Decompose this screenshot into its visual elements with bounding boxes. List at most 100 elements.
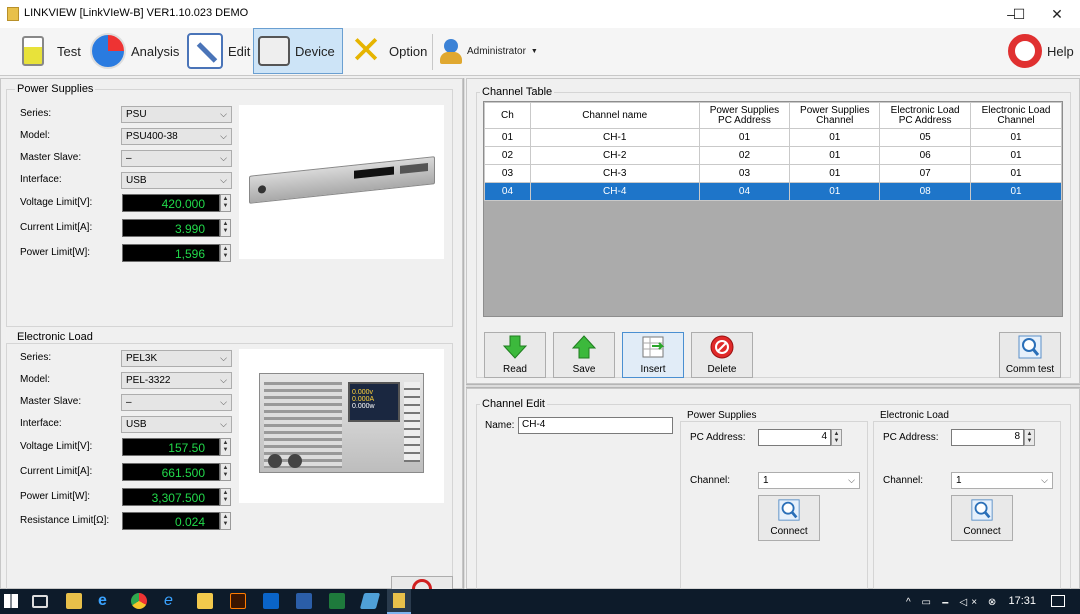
ps-voltage-spinner[interactable]: ▲ ▼ <box>220 194 231 212</box>
table-row[interactable]: 03 CH-3 03 01 07 01 <box>484 164 1062 183</box>
column-header-el-address[interactable]: Electronic Load PC Address <box>879 102 972 129</box>
psu-controls <box>400 162 428 174</box>
el-power-spinner[interactable]: ▲ ▼ <box>220 488 231 506</box>
analysis-button[interactable]: Analysis <box>86 28 183 74</box>
file-explorer-icon[interactable] <box>197 593 213 609</box>
battery-icon <box>22 36 44 66</box>
read-button[interactable]: Read <box>484 332 546 378</box>
ps-master-slave-select[interactable]: – ⌵ <box>121 150 232 167</box>
ps-series-select[interactable]: PSU ⌵ <box>121 106 232 123</box>
excel-icon[interactable] <box>329 593 345 609</box>
insert-button[interactable]: Insert <box>622 332 684 378</box>
ps-power-input[interactable]: 1,596 <box>122 244 220 262</box>
el-edit-legend: Electronic Load <box>878 410 951 421</box>
el-master-slave-select[interactable]: – ⌵ <box>121 394 232 411</box>
el-channel-label: Channel: <box>883 475 924 486</box>
vertical-splitter[interactable] <box>463 78 465 589</box>
ps-pc-address-spinner[interactable]: ▲ ▼ <box>831 429 842 446</box>
cell-ps-channel: 01 <box>789 146 881 165</box>
el-voltage-input[interactable]: 157.50 <box>122 438 220 456</box>
ie-icon[interactable]: e <box>164 593 180 609</box>
cell-name: CH-3 <box>529 164 700 183</box>
task-view-icon[interactable] <box>32 595 48 608</box>
ps-model-select[interactable]: PSU400-38 ⌵ <box>121 128 232 145</box>
option-button[interactable]: ✕ Option <box>344 28 431 74</box>
ps-interface-select[interactable]: USB ⌵ <box>121 172 232 189</box>
table-row-selected[interactable]: 04 CH-4 04 01 08 01 <box>484 182 1062 201</box>
windows-taskbar: e e ^ ▭ 🗕 ◁× ⊗ 17:31 <box>0 589 1080 614</box>
electronic-load-image: 0.000v 0.000A 0.000w <box>239 349 444 503</box>
windows-start-icon[interactable] <box>4 594 18 608</box>
el-current-spinner[interactable]: ▲ ▼ <box>220 463 231 481</box>
cell-ps-address: 02 <box>698 146 791 165</box>
psu-display <box>354 166 394 179</box>
el-pc-address-spinner[interactable]: ▲ ▼ <box>1024 429 1035 446</box>
linkview-icon <box>393 593 405 608</box>
illustrator-icon[interactable] <box>230 593 246 609</box>
el-interface-label: Interface: <box>20 418 62 429</box>
test-button[interactable]: Test <box>14 28 85 74</box>
edit-button[interactable]: Edit <box>183 28 254 74</box>
ps-voltage-input[interactable]: 420.000 <box>122 194 220 212</box>
table-row[interactable]: 01 CH-1 01 01 05 01 <box>484 128 1062 147</box>
el-interface-select[interactable]: USB ⌵ <box>121 416 232 433</box>
device-icon <box>258 36 290 66</box>
column-header-ps-address[interactable]: Power Supplies PC Address <box>698 102 791 129</box>
column-header-ps-channel[interactable]: Power Supplies Channel <box>789 102 881 129</box>
save-button[interactable]: Save <box>553 332 615 378</box>
el-resistance-input[interactable]: 0.024 <box>122 512 220 530</box>
chevron-down-icon: ⌵ <box>220 353 227 363</box>
column-header-ch[interactable]: Ch <box>484 102 531 129</box>
column-header-name[interactable]: Channel name <box>529 102 700 129</box>
psu-knob <box>258 184 266 194</box>
device-button[interactable]: Device <box>253 28 343 74</box>
power-supplies-legend: Power Supplies <box>15 83 96 95</box>
comm-test-button[interactable]: Comm test <box>999 332 1061 378</box>
cell-el-address: 08 <box>879 182 972 201</box>
help-button[interactable]: Help <box>1004 28 1078 74</box>
ps-model-label: Model: <box>20 130 51 141</box>
store-icon[interactable] <box>66 593 82 609</box>
taskbar-clock[interactable]: 17:31 <box>1008 595 1036 607</box>
el-series-select[interactable]: PEL3K ⌵ <box>121 350 232 367</box>
app-icon-blue[interactable] <box>296 593 312 609</box>
ps-channel-select[interactable]: 1 ⌵ <box>758 472 860 489</box>
ps-current-input[interactable]: 3.990 <box>122 219 220 237</box>
el-connect-button[interactable]: Connect <box>951 495 1013 541</box>
edge-icon[interactable]: e <box>98 593 114 609</box>
linkview-taskbar-button[interactable] <box>387 589 411 614</box>
app-icon-edit[interactable] <box>359 593 381 609</box>
el-pc-address-input[interactable]: 8 <box>951 429 1024 446</box>
chrome-icon[interactable] <box>131 593 147 609</box>
el-power-input[interactable]: 3,307.500 <box>122 488 220 506</box>
el-voltage-spinner[interactable]: ▲ ▼ <box>220 438 231 456</box>
ps-pc-address-input[interactable]: 4 <box>758 429 831 446</box>
el-channel-select[interactable]: 1 ⌵ <box>951 472 1053 489</box>
channel-name-input[interactable]: CH-4 <box>518 417 673 434</box>
electronic-load-legend: Electronic Load <box>15 331 95 343</box>
delete-button[interactable]: Delete <box>691 332 753 378</box>
table-row[interactable]: 02 CH-2 02 01 06 01 <box>484 146 1062 165</box>
outlook-icon[interactable] <box>263 593 279 609</box>
channel-table-legend: Channel Table <box>480 86 555 98</box>
ps-power-spinner[interactable]: ▲ ▼ <box>220 244 231 262</box>
ps-interface-label: Interface: <box>20 174 62 185</box>
administrator-dropdown[interactable]: Administrator ▼ <box>436 28 542 74</box>
system-tray-icons[interactable]: ^ ▭ 🗕 ◁× ⊗ <box>906 595 1000 612</box>
el-pc-address-label: PC Address: <box>883 432 939 443</box>
main-toolbar: Test Analysis Edit Device ✕ Option Admin… <box>0 28 1080 76</box>
chevron-down-icon: ⌵ <box>220 131 227 141</box>
el-current-input[interactable]: 661.500 <box>122 463 220 481</box>
el-model-select[interactable]: PEL-3322 ⌵ <box>121 372 232 389</box>
el-resistance-spinner[interactable]: ▲ ▼ <box>220 512 231 530</box>
cell-el-address: 06 <box>879 146 972 165</box>
ps-current-spinner[interactable]: ▲ ▼ <box>220 219 231 237</box>
notifications-icon[interactable] <box>1051 595 1065 607</box>
column-header-el-channel[interactable]: Electronic Load Channel <box>970 102 1062 129</box>
channel-edit-panel: Channel Edit Name: CH-4 Power Supplies P… <box>466 388 1080 594</box>
ps-voltage-label: Voltage Limit[V]: <box>20 197 93 208</box>
ps-connect-button[interactable]: Connect <box>758 495 820 541</box>
user-icon <box>440 37 462 65</box>
chevron-down-icon: ▼ <box>530 47 538 55</box>
close-button[interactable]: ✕ <box>1034 0 1080 28</box>
